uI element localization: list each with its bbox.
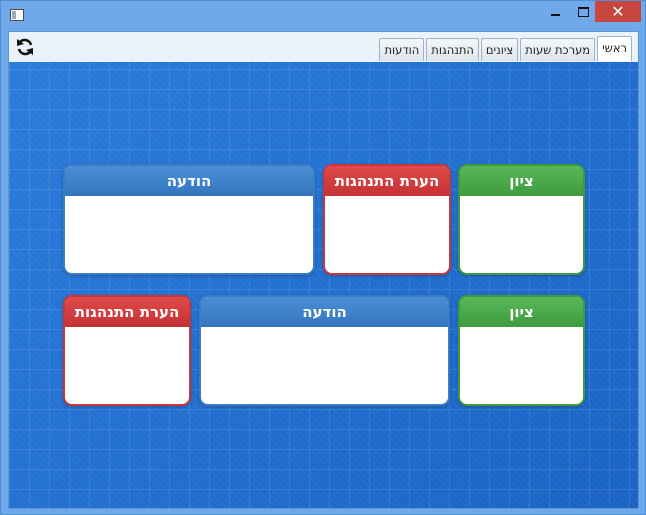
main-panel: ראשי מערכת שעות ציונים התנהגות הודעות צי… <box>8 31 639 509</box>
card-title: הערת התנהגות <box>65 297 189 327</box>
card-title: ציון <box>460 166 583 196</box>
close-button[interactable]: ✕ <box>595 1 641 22</box>
grade-card[interactable]: ציון <box>458 295 585 406</box>
maximize-button[interactable] <box>569 1 597 22</box>
tab-messages[interactable]: הודעות <box>379 38 425 61</box>
card-title: ציון <box>460 297 583 327</box>
message-card[interactable]: הודעה <box>199 295 450 406</box>
card-title: הודעה <box>65 166 313 196</box>
refresh-icon[interactable] <box>15 37 35 57</box>
dashboard-area: ציון הערת התנהגות הודעה ציון הודעה הערת … <box>9 62 638 508</box>
message-card[interactable]: הודעה <box>63 164 315 275</box>
app-icon <box>10 9 24 21</box>
card-title: הערת התנהגות <box>325 166 449 196</box>
minimize-button[interactable] <box>541 1 569 22</box>
grade-card[interactable]: ציון <box>458 164 585 275</box>
tab-behavior[interactable]: התנהגות <box>426 38 479 61</box>
card-title: הודעה <box>201 297 448 327</box>
tabs: ראשי מערכת שעות ציונים התנהגות הודעות <box>379 36 632 61</box>
app-window: ✕ ראשי מערכת שעות ציונים התנהגות הודעות … <box>0 0 646 515</box>
tab-schedule[interactable]: מערכת שעות <box>520 38 596 61</box>
behavior-note-card[interactable]: הערת התנהגות <box>63 295 191 406</box>
tab-main[interactable]: ראשי <box>597 36 632 61</box>
minimize-icon <box>550 13 560 16</box>
tab-grades[interactable]: ציונים <box>480 38 519 61</box>
title-bar[interactable]: ✕ <box>1 1 645 28</box>
tab-strip: ראשי מערכת שעות ציונים התנהגות הודעות <box>9 32 638 63</box>
behavior-note-card[interactable]: הערת התנהגות <box>323 164 451 275</box>
close-icon: ✕ <box>611 2 625 21</box>
maximize-icon <box>577 6 589 17</box>
